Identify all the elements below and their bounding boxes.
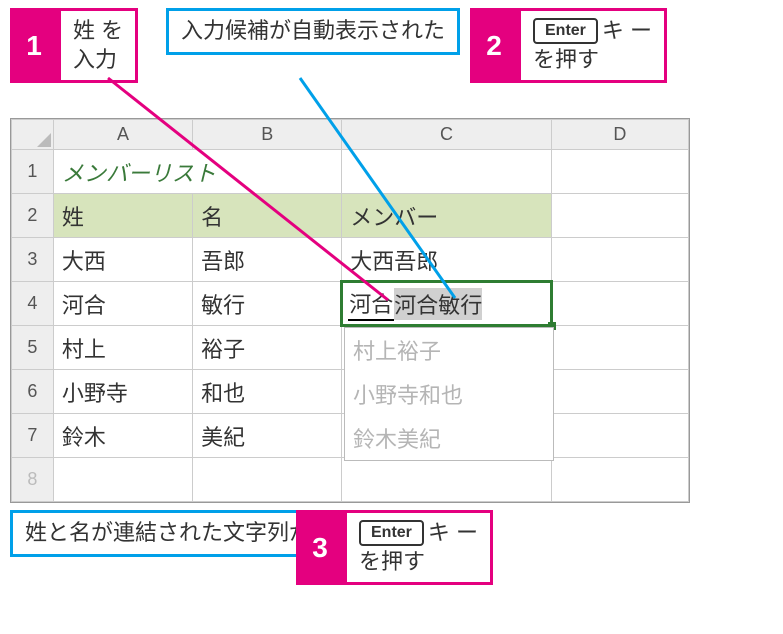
step3-number: 3: [296, 510, 344, 585]
cell-b8[interactable]: [193, 458, 342, 502]
cell-c8[interactable]: [342, 458, 551, 502]
enter-key-icon: Enter: [359, 520, 424, 546]
cell-a1[interactable]: メンバーリスト: [53, 150, 341, 194]
cell-c4-active[interactable]: 河合河合敏行: [342, 282, 551, 326]
cell-a5[interactable]: 村上: [53, 326, 192, 370]
cell-d1[interactable]: [551, 150, 688, 194]
step2-text: Enterキ ー を押す: [518, 8, 667, 83]
spreadsheet[interactable]: A B C D 1 メンバーリスト 2 姓 名 メンバー: [10, 118, 690, 503]
cell-b3[interactable]: 吾郎: [193, 238, 342, 282]
cell-b5[interactable]: 裕子: [193, 326, 342, 370]
cell-d3[interactable]: [551, 238, 688, 282]
col-header-d[interactable]: D: [551, 120, 688, 150]
cell-d2[interactable]: [551, 194, 688, 238]
cell-d6[interactable]: [551, 370, 688, 414]
col-header-row[interactable]: A B C D: [12, 120, 689, 150]
row-header-6[interactable]: 6: [12, 370, 54, 414]
autocomplete-suggestion: 河合敏行: [394, 288, 482, 320]
flash-fill-item: 村上裕子: [345, 328, 553, 372]
flash-fill-item: 鈴木美紀: [345, 416, 553, 460]
step1-callout: 1 姓 を 入力: [10, 8, 138, 83]
flash-fill-preview: 村上裕子 小野寺和也 鈴木美紀: [344, 327, 554, 461]
cell-d8[interactable]: [551, 458, 688, 502]
cell-d7[interactable]: [551, 414, 688, 458]
cell-b6[interactable]: 和也: [193, 370, 342, 414]
cell-c1[interactable]: [342, 150, 551, 194]
step1-text: 姓 を 入力: [58, 8, 138, 83]
cell-a6[interactable]: 小野寺: [53, 370, 192, 414]
row-2: 2 姓 名 メンバー: [12, 194, 689, 238]
cell-a4[interactable]: 河合: [53, 282, 192, 326]
step2-callout: 2 Enterキ ー を押す: [470, 8, 667, 83]
row-header-2[interactable]: 2: [12, 194, 54, 238]
row-header-8[interactable]: 8: [12, 458, 54, 502]
step3-callout: 3 Enterキ ー を押す: [296, 510, 493, 585]
cell-a3[interactable]: 大西: [53, 238, 192, 282]
cell-a8[interactable]: [53, 458, 192, 502]
cell-b4[interactable]: 敏行: [193, 282, 342, 326]
step2-number: 2: [470, 8, 518, 83]
cell-d5[interactable]: [551, 326, 688, 370]
enter-key-icon: Enter: [533, 18, 598, 44]
row-4: 4 河合 敏行 河合河合敏行: [12, 282, 689, 326]
flash-fill-item: 小野寺和也: [345, 372, 553, 416]
cell-d4[interactable]: [551, 282, 688, 326]
cell-c2[interactable]: メンバー: [342, 194, 551, 238]
row-header-1[interactable]: 1: [12, 150, 54, 194]
cell-b7[interactable]: 美紀: [193, 414, 342, 458]
row-header-3[interactable]: 3: [12, 238, 54, 282]
row-header-7[interactable]: 7: [12, 414, 54, 458]
step1-number: 1: [10, 8, 58, 83]
step3-text: Enterキ ー を押す: [344, 510, 493, 585]
row-1: 1 メンバーリスト: [12, 150, 689, 194]
note1-callout: 入力候補が自動表示 された: [166, 8, 460, 55]
col-header-c[interactable]: C: [342, 120, 551, 150]
cell-c3[interactable]: 大西吾郎: [342, 238, 551, 282]
cell-b2[interactable]: 名: [193, 194, 342, 238]
select-all-corner[interactable]: [12, 120, 54, 150]
row-3: 3 大西 吾郎 大西吾郎: [12, 238, 689, 282]
typed-text: 河合: [348, 287, 394, 321]
row-header-5[interactable]: 5: [12, 326, 54, 370]
col-header-b[interactable]: B: [193, 120, 342, 150]
select-all-icon: [37, 133, 51, 147]
cell-a7[interactable]: 鈴木: [53, 414, 192, 458]
row-8: 8: [12, 458, 689, 502]
col-header-a[interactable]: A: [53, 120, 192, 150]
row-header-4[interactable]: 4: [12, 282, 54, 326]
cell-a2[interactable]: 姓: [53, 194, 192, 238]
